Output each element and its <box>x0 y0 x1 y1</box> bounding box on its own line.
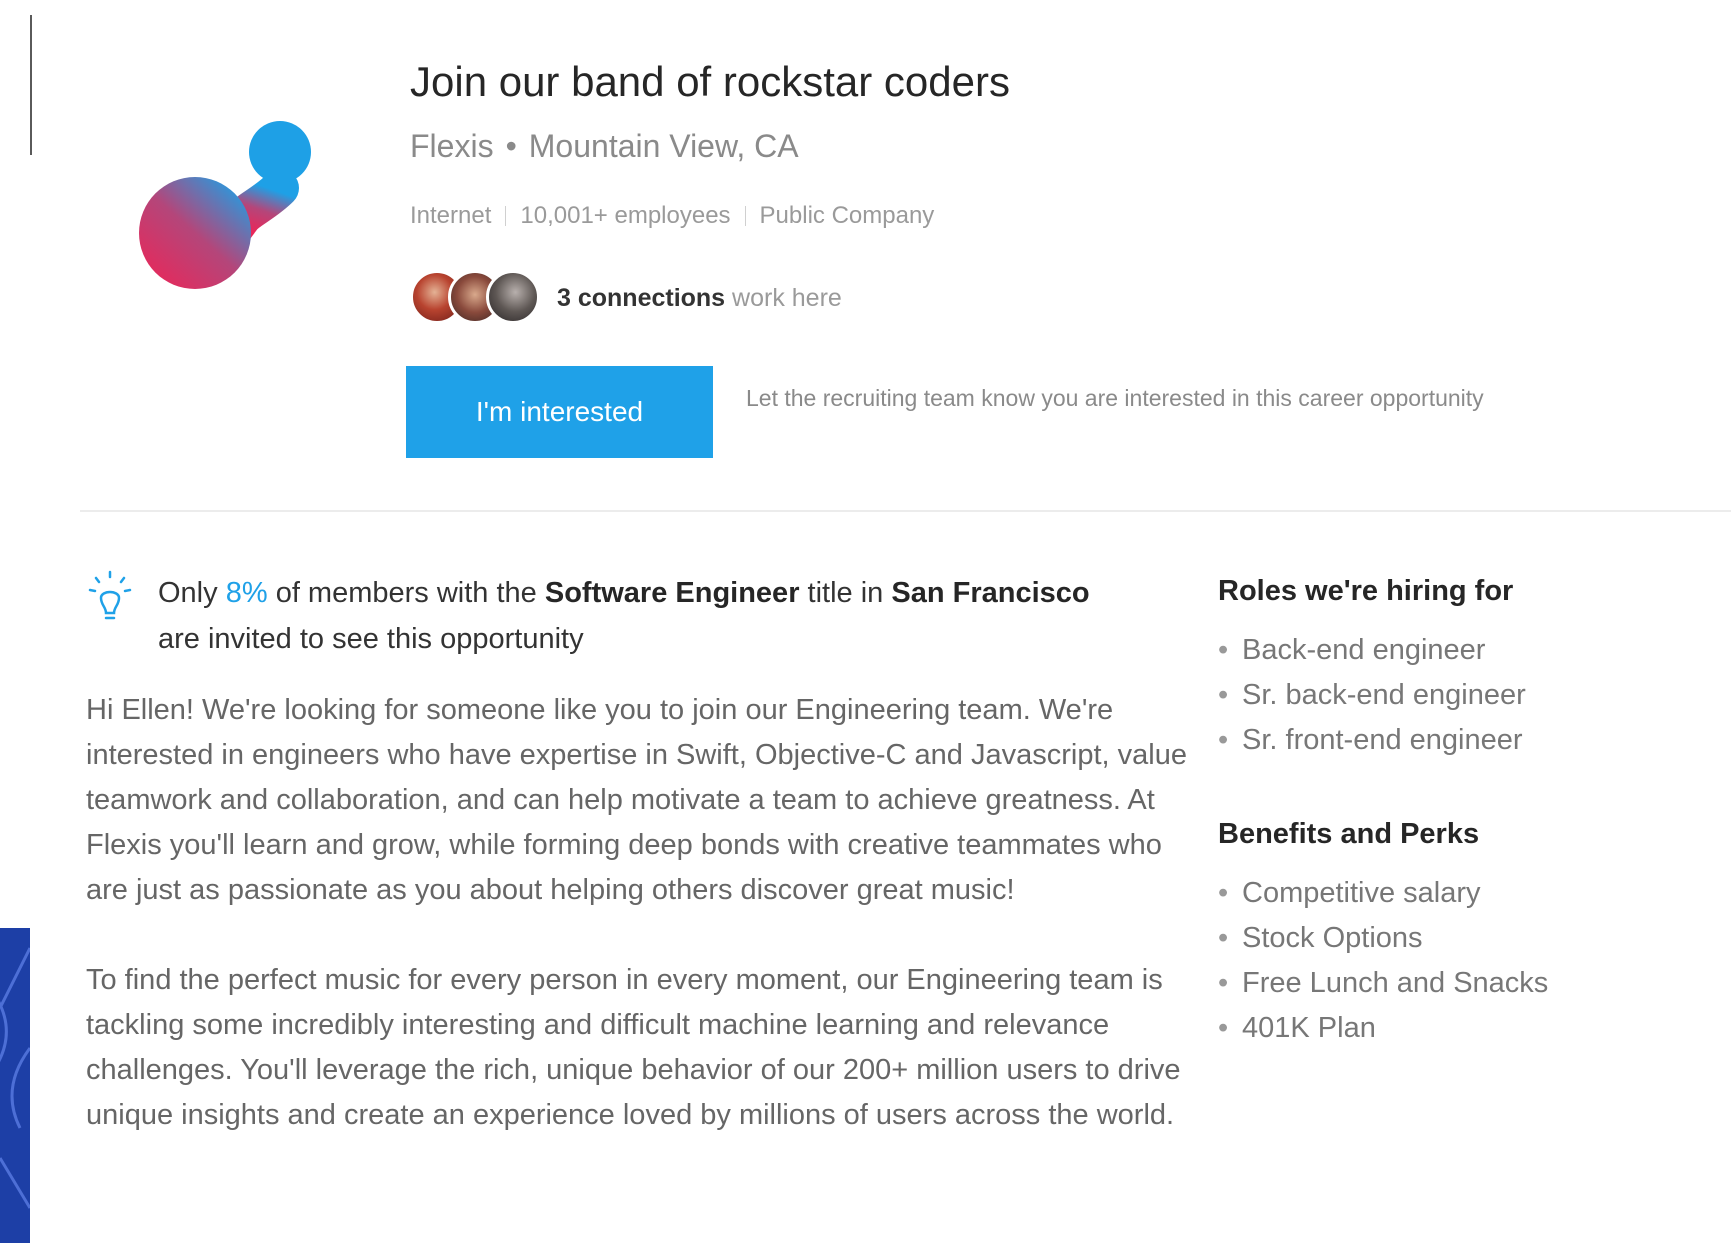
connections-suffix: work here <box>732 283 842 312</box>
list-item: Sr. back-end engineer <box>1218 673 1698 718</box>
meta-separator <box>744 206 746 226</box>
company-industry: Internet <box>410 202 492 229</box>
connections-text[interactable]: 3 connections work here <box>557 284 842 313</box>
meta-separator <box>505 206 507 226</box>
avatar[interactable] <box>486 270 540 324</box>
company-name[interactable]: Flexis <box>410 128 494 164</box>
tip-percent: 8% <box>225 577 268 609</box>
interest-description: Let the recruiting team know you are int… <box>746 385 1484 411</box>
list-item: Back-end engineer <box>1218 628 1698 673</box>
company-type: Public Company <box>759 202 935 229</box>
separator-dot: • <box>505 128 517 164</box>
list-item: Free Lunch and Snacks <box>1218 961 1698 1006</box>
description-paragraph-1: Hi Ellen! We're looking for someone like… <box>86 694 1187 906</box>
list-item: Stock Options <box>1218 916 1698 961</box>
list-item: Competitive salary <box>1218 871 1698 916</box>
job-location: Mountain View, CA <box>528 128 799 164</box>
benefits-heading: Benefits and Perks <box>1218 818 1480 850</box>
list-item: Sr. front-end engineer <box>1218 718 1698 763</box>
job-title: Join our band of rockstar coders <box>410 58 1010 105</box>
company-meta: Internet 10,001+ employees Public Company <box>410 202 934 230</box>
interested-button[interactable]: I'm interested <box>406 366 713 458</box>
connections-count: 3 connections <box>557 283 726 312</box>
tip-location: San Francisco <box>891 577 1090 609</box>
job-description: Hi Ellen! We're looking for someone like… <box>86 688 1196 1183</box>
tip-title: Software Engineer <box>544 577 800 609</box>
company-size: 10,001+ employees <box>520 202 731 229</box>
tip-text: Only 8% of members with the Software Eng… <box>158 577 1090 655</box>
sidebar: Roles we're hiring for Back-end engineer… <box>1218 568 1698 1051</box>
lightbulb-icon <box>88 570 132 620</box>
roles-heading: Roles we're hiring for <box>1218 575 1514 607</box>
window-edge <box>30 15 32 155</box>
benefits-list: Competitive salary Stock Options Free Lu… <box>1218 871 1698 1051</box>
company-line: Flexis • Mountain View, CA <box>410 128 799 165</box>
connections-row[interactable]: 3 connections work here <box>410 268 842 328</box>
description-paragraph-2: To find the perfect music for every pers… <box>86 964 1181 1131</box>
section-divider <box>80 510 1731 512</box>
insight-tip: Only 8% of members with the Software Eng… <box>88 570 1188 662</box>
background-decoration <box>0 928 30 1243</box>
company-logo <box>130 118 330 308</box>
list-item: 401K Plan <box>1218 1006 1698 1051</box>
roles-list: Back-end engineer Sr. back-end engineer … <box>1218 628 1698 763</box>
connection-avatars[interactable] <box>410 268 545 328</box>
